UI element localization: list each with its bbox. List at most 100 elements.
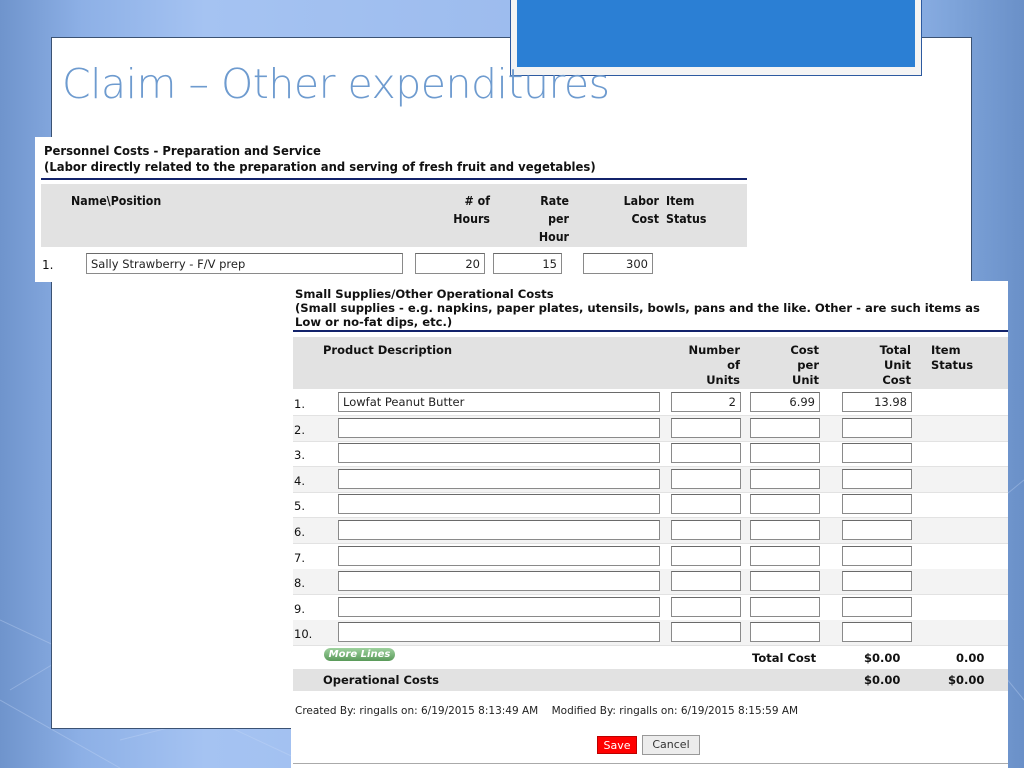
- col-hours: # of Hours: [453, 194, 490, 226]
- cost-per-unit-input[interactable]: [750, 443, 820, 464]
- product-description-input[interactable]: [338, 417, 660, 438]
- product-description-input[interactable]: [338, 545, 660, 566]
- total-unit-cost-input[interactable]: [842, 596, 912, 617]
- number-of-units-input[interactable]: [671, 520, 741, 540]
- supplies-row: 3.: [293, 441, 1008, 468]
- more-lines-button[interactable]: More Lines: [324, 648, 395, 661]
- supplies-row: 7.: [293, 544, 1008, 570]
- operational-costs-value: $0.00: [864, 673, 901, 687]
- supplies-row: 4.: [293, 466, 1008, 493]
- slide-title: Claim – Other expenditures: [62, 60, 610, 108]
- personnel-title: Personnel Costs - Preparation and Servic…: [44, 143, 321, 158]
- number-of-units-input[interactable]: [671, 417, 741, 438]
- total-unit-cost-input[interactable]: [842, 443, 912, 464]
- supplies-subtitle-line1: (Small supplies - e.g. napkins, paper pl…: [295, 301, 980, 315]
- cost-per-unit-input[interactable]: [750, 622, 820, 643]
- row-number: 4.: [294, 473, 305, 488]
- product-description-input[interactable]: [338, 494, 660, 515]
- supplies-row: 2.: [293, 415, 1008, 442]
- created-by: Created By: ringalls on: 6/19/2015 8:13:…: [295, 705, 539, 717]
- total-unit-cost-input[interactable]: [842, 571, 912, 592]
- cost-per-unit-input[interactable]: [750, 494, 820, 515]
- blue-placeholder-fill: [517, 0, 915, 67]
- operational-costs-label: Operational Costs: [323, 673, 439, 687]
- col-cost-per-unit: Cost per Unit: [790, 343, 819, 387]
- personnel-section-header: Personnel Costs - Preparation and Servic…: [44, 143, 596, 175]
- product-description-input[interactable]: [338, 468, 660, 489]
- row-number: 9.: [294, 601, 305, 616]
- supplies-row: 10.: [293, 620, 1008, 647]
- cost-per-unit-input[interactable]: [750, 417, 820, 438]
- labor-cost-input[interactable]: [583, 253, 653, 274]
- total-unit-cost-input[interactable]: [842, 494, 912, 515]
- row-number: 3.: [294, 448, 305, 463]
- number-of-units-input[interactable]: [671, 494, 741, 515]
- modified-by: Modified By: ringalls on: 6/19/2015 8:15…: [551, 705, 799, 717]
- cost-per-unit-input[interactable]: [750, 545, 820, 566]
- cost-per-unit-input[interactable]: [750, 468, 820, 489]
- total-cost-value: $0.00: [864, 651, 901, 665]
- row-number: 1.: [294, 397, 305, 411]
- footer-divider: [293, 763, 1008, 764]
- total-unit-cost-input[interactable]: [842, 417, 912, 438]
- number-of-units-input[interactable]: [671, 622, 741, 643]
- number-of-units-input[interactable]: [671, 392, 741, 412]
- row-number: 10.: [294, 627, 313, 642]
- row-number: 8.: [294, 576, 305, 591]
- total-unit-cost-input[interactable]: [842, 520, 912, 540]
- operational-costs-bar: Operational Costs $0.00 $0.00: [293, 669, 1008, 691]
- supplies-row: 5.: [293, 492, 1008, 519]
- cost-per-unit-input[interactable]: [750, 596, 820, 617]
- cost-per-unit-input[interactable]: [750, 571, 820, 592]
- supplies-row: 9.: [293, 595, 1008, 621]
- total-unit-cost-input[interactable]: [842, 468, 912, 489]
- col-item-status: Item Status: [931, 343, 974, 372]
- number-of-units-input[interactable]: [671, 468, 741, 489]
- total-unit-cost-input[interactable]: [842, 392, 912, 412]
- total-unit-cost-input[interactable]: [842, 545, 912, 566]
- hours-input[interactable]: [415, 253, 485, 274]
- section-divider: [293, 330, 1008, 332]
- row-number: 7.: [294, 550, 305, 565]
- product-description-input[interactable]: [338, 443, 660, 464]
- col-number-of-units: Number of Units: [688, 343, 741, 387]
- name-position-input[interactable]: [86, 253, 403, 274]
- supplies-table-header: Product Description Number of Units Cost…: [293, 337, 1008, 389]
- cost-per-unit-input[interactable]: [750, 520, 820, 540]
- row-number: 2.: [294, 422, 305, 437]
- audit-info: Created By: ringalls on: 6/19/2015 8:13:…: [295, 705, 798, 717]
- col-rate-per-hour: Rate per Hour: [538, 194, 569, 244]
- product-description-input[interactable]: [338, 571, 660, 592]
- col-item-status: Item Status: [666, 194, 707, 226]
- number-of-units-input[interactable]: [671, 443, 741, 464]
- personnel-subtitle: (Labor directly related to the preparati…: [44, 159, 596, 174]
- supplies-subtitle-line2: Low or no-fat dips, etc.): [295, 315, 453, 329]
- personnel-table-header: Name\Position # of Hours Rate per Hour L…: [41, 184, 747, 247]
- number-of-units-input[interactable]: [671, 545, 741, 566]
- total-unit-cost-input[interactable]: [842, 622, 912, 643]
- row-number: 5.: [294, 499, 305, 514]
- save-button[interactable]: Save: [597, 736, 637, 754]
- col-labor-cost: Labor Cost: [623, 194, 659, 226]
- col-product-description: Product Description: [323, 343, 453, 357]
- row-number: 6.: [294, 525, 305, 539]
- cancel-button[interactable]: Cancel: [642, 735, 700, 755]
- operational-costs-status: $0.00: [948, 673, 985, 687]
- number-of-units-input[interactable]: [671, 571, 741, 592]
- supplies-row: 1.: [293, 390, 1008, 416]
- product-description-input[interactable]: [338, 596, 660, 617]
- total-cost-status: 0.00: [956, 651, 985, 665]
- rate-per-hour-input[interactable]: [493, 253, 562, 274]
- cost-per-unit-input[interactable]: [750, 392, 820, 412]
- col-name-position: Name\Position: [71, 194, 162, 208]
- supplies-row: 6.: [293, 518, 1008, 544]
- number-of-units-input[interactable]: [671, 596, 741, 617]
- product-description-input[interactable]: [338, 392, 660, 412]
- small-supplies-panel: Small Supplies/Other Operational Costs (…: [291, 281, 1008, 768]
- col-total-unit-cost: Total Unit Cost: [879, 343, 911, 387]
- product-description-input[interactable]: [338, 622, 660, 643]
- product-description-input[interactable]: [338, 520, 660, 540]
- section-divider: [41, 178, 747, 180]
- row-number: 1.: [42, 258, 54, 272]
- supplies-row: 8.: [293, 569, 1008, 596]
